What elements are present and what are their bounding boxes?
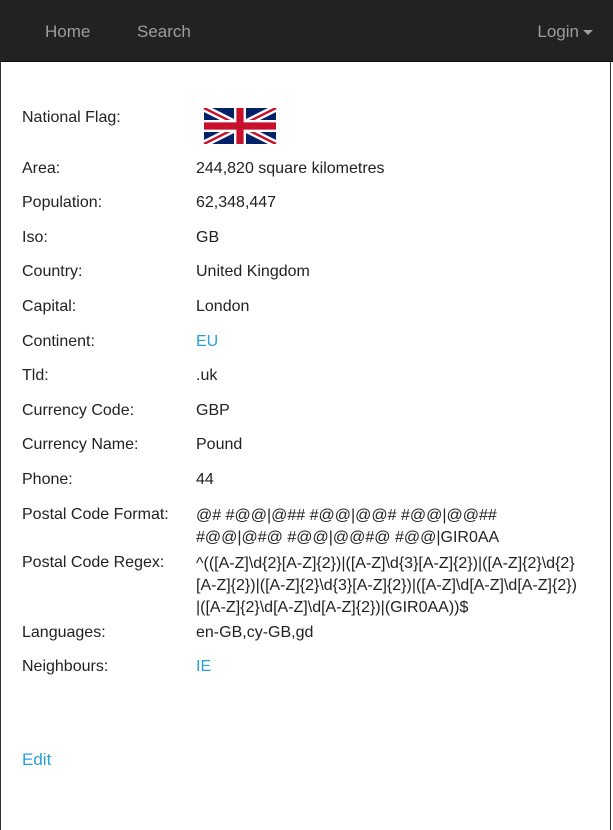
detail-value: London [196,297,250,315]
detail-row-country: Country: United Kingdom [22,262,592,282]
detail-label: Neighbours: [22,658,109,676]
detail-row-iso: Iso: GB [22,228,592,248]
detail-value: 62,348,447 [196,194,277,212]
continent-link[interactable]: EU [196,332,218,352]
nav-login-label: Login [537,22,579,41]
detail-label: Currency Code: [22,401,135,419]
detail-row-currency-name: Currency Name: Pound [22,435,592,455]
detail-label: Continent: [22,332,95,350]
detail-value: United Kingdom [196,263,310,281]
chevron-down-icon [583,30,593,36]
detail-label: Capital: [22,297,77,315]
detail-row-neighbours: Neighbours: IE [22,657,592,677]
detail-row-population: Population: 62,348,447 [22,193,592,213]
detail-value: GBP [196,401,230,419]
nav-home-link[interactable]: Home [45,22,90,42]
detail-label: National Flag: [22,109,121,126]
detail-value: .uk [196,367,218,385]
detail-row-continent: Continent: EU [22,332,592,352]
detail-row-postal-format: Postal Code Format: @# #@@|@## #@@|@@# #… [22,505,592,549]
nav-search-link[interactable]: Search [137,22,191,42]
detail-label: Population: [22,194,103,212]
detail-row-tld: Tld: .uk [22,366,592,386]
detail-value: Pound [196,436,243,454]
uk-flag-icon [202,108,278,144]
detail-value: @# #@@|@## #@@|@@# #@@|@@## #@@|@#@ #@@|… [196,506,500,546]
edit-link[interactable]: Edit [22,750,51,770]
detail-label: Area: [22,159,61,177]
detail-row-area: Area: 244,820 square kilometres [22,159,592,179]
detail-value: ^(([A-Z]\d{2}[A-Z]{2})|([A-Z]\d{3}[A-Z]{… [196,554,577,616]
detail-row-flag: National Flag: [22,108,592,144]
detail-value: 244,820 square kilometres [196,159,385,177]
detail-label: Postal Code Format: [22,505,169,523]
detail-row-languages: Languages: en-GB,cy-GB,gd [22,623,592,643]
detail-row-postal-regex: Postal Code Regex: ^(([A-Z]\d{2}[A-Z]{2}… [22,553,592,619]
detail-label: Postal Code Regex: [22,553,165,571]
detail-row-currency-code: Currency Code: GBP [22,401,592,421]
flag-value [196,108,284,144]
nav-login-dropdown[interactable]: Login [537,22,593,42]
detail-label: Currency Name: [22,436,139,454]
detail-value: GB [196,228,220,246]
neighbour-link[interactable]: IE [196,657,211,677]
detail-value: 44 [196,470,214,488]
detail-label: Tld: [22,367,49,385]
detail-label: Iso: [22,228,48,246]
navbar: Home Search Login [0,0,613,62]
detail-label: Phone: [22,470,73,488]
detail-row-capital: Capital: London [22,297,592,317]
detail-row-phone: Phone: 44 [22,470,592,490]
detail-value: en-GB,cy-GB,gd [196,623,314,641]
country-details: National Flag: Area: 244,820 square kilo… [22,108,592,692]
detail-label: Country: [22,263,83,281]
detail-label: Languages: [22,623,106,641]
